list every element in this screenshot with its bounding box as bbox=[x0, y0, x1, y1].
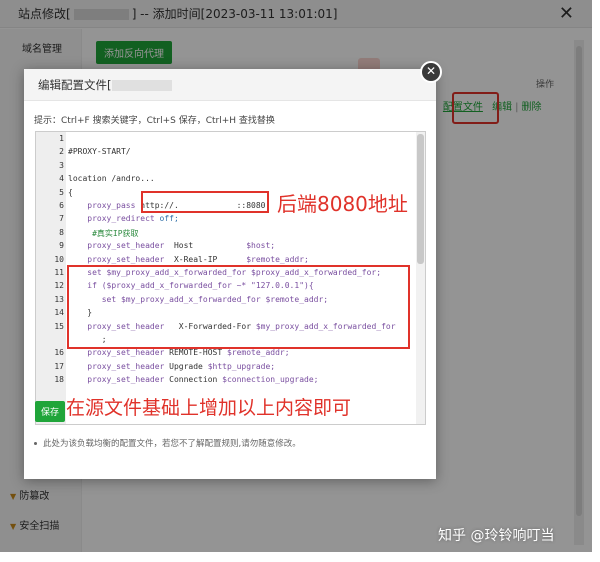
redacted-config-name bbox=[111, 80, 172, 91]
line-number: 5 bbox=[59, 187, 64, 197]
line-number: 8 bbox=[59, 227, 64, 237]
code-token: proxy_redirect bbox=[68, 214, 160, 224]
code-token: $remote_addr; bbox=[226, 348, 290, 358]
code-token: proxy_pass bbox=[68, 201, 141, 210]
editor-shortcut-tip: 提示：Ctrl+F 搜索关键字，Ctrl+S 保存，Ctrl+H 查找替换 bbox=[34, 116, 275, 126]
line-number: 18 bbox=[54, 375, 64, 385]
code-token: #真实IP获取 bbox=[68, 228, 139, 238]
code-token: Upgrade bbox=[169, 361, 208, 371]
code-line: proxy_redirect off; bbox=[68, 214, 179, 223]
line-number: 9 bbox=[59, 241, 64, 251]
code-line: proxy_set_header REMOTE-HOST $remote_add… bbox=[68, 348, 290, 358]
code-token: X-Real-IP bbox=[169, 254, 247, 264]
line-number: 16 bbox=[54, 348, 64, 358]
code-token: REMOTE-HOST bbox=[169, 348, 227, 358]
line-number: 4 bbox=[59, 174, 64, 184]
code-token: proxy_set_header bbox=[68, 375, 170, 385]
edit-config-title: 编辑配置文件[ bbox=[38, 78, 112, 92]
code-token: { bbox=[68, 187, 73, 197]
line-number: 17 bbox=[54, 361, 64, 371]
line-number: 14 bbox=[54, 308, 64, 318]
code-token: proxy_set_header bbox=[68, 254, 170, 264]
code-line: { bbox=[68, 188, 73, 197]
code-token: Connection bbox=[169, 375, 223, 385]
backend-address-highlight-box bbox=[141, 191, 269, 213]
line-number: 12 bbox=[54, 281, 64, 291]
code-token: #PROXY-START/ bbox=[68, 147, 131, 157]
close-icon[interactable]: ✕ bbox=[420, 61, 442, 83]
redacted-backend-host bbox=[164, 139, 234, 150]
code-token: proxy_set_header bbox=[68, 241, 170, 251]
annotation-backend-8080: 后端8080地址 bbox=[277, 192, 408, 216]
code-token: proxy_set_header bbox=[68, 361, 170, 371]
code-token: Host bbox=[169, 241, 247, 251]
code-line: proxy_set_header Upgrade $http_upgrade; bbox=[68, 362, 275, 371]
code-token: location /andro... bbox=[68, 174, 155, 184]
code-token: $http_upgrade; bbox=[207, 361, 276, 371]
bullet-dot bbox=[34, 442, 37, 445]
code-line: #PROXY-START/ bbox=[68, 147, 131, 156]
zhihu-watermark: 知乎 @玲铃响叮当 bbox=[438, 528, 555, 544]
line-number: 7 bbox=[59, 214, 64, 224]
code-line: location /andro... bbox=[68, 174, 155, 183]
code-token: $remote_addr; bbox=[246, 254, 309, 264]
config-warning-note: 此处为该负载均衡的配置文件，若您不了解配置规则,请勿随意修改。 bbox=[34, 437, 301, 449]
line-number: 3 bbox=[59, 160, 64, 170]
editor-scrollbar-thumb[interactable] bbox=[417, 134, 424, 264]
line-number-gutter: 1 2 3 4 5 6 7 8 9 10 11 12 13 14 15 16 17 18 bbox=[36, 132, 66, 424]
code-line: proxy_set_header Host $host; bbox=[68, 241, 275, 250]
code-line: #真实IP获取 bbox=[68, 228, 139, 239]
code-token: off; bbox=[159, 214, 179, 224]
code-line: proxy_set_header X-Real-IP $remote_addr; bbox=[68, 255, 309, 264]
line-number: 13 bbox=[54, 294, 64, 304]
line-number: 11 bbox=[54, 268, 64, 277]
code-token: $connection_upgrade; bbox=[222, 375, 319, 385]
line-number: 2 bbox=[59, 147, 64, 157]
edit-config-title-bar: 编辑配置文件[ bbox=[24, 69, 436, 101]
line-number: 6 bbox=[59, 201, 64, 210]
code-token: $host; bbox=[246, 241, 276, 251]
config-warning-text: 此处为该负载均衡的配置文件，若您不了解配置规则,请勿随意修改。 bbox=[43, 439, 301, 449]
annotation-add-content: 在源文件基础上增加以上内容即可 bbox=[66, 397, 352, 419]
line-number: 15 bbox=[54, 321, 64, 331]
line-number: 10 bbox=[54, 254, 64, 264]
code-token: proxy_set_header bbox=[68, 348, 170, 358]
added-content-highlight-box bbox=[67, 265, 410, 349]
line-number: 1 bbox=[59, 134, 64, 143]
code-line: proxy_set_header Connection $connection_… bbox=[68, 375, 318, 384]
save-button[interactable]: 保存 bbox=[35, 401, 66, 422]
